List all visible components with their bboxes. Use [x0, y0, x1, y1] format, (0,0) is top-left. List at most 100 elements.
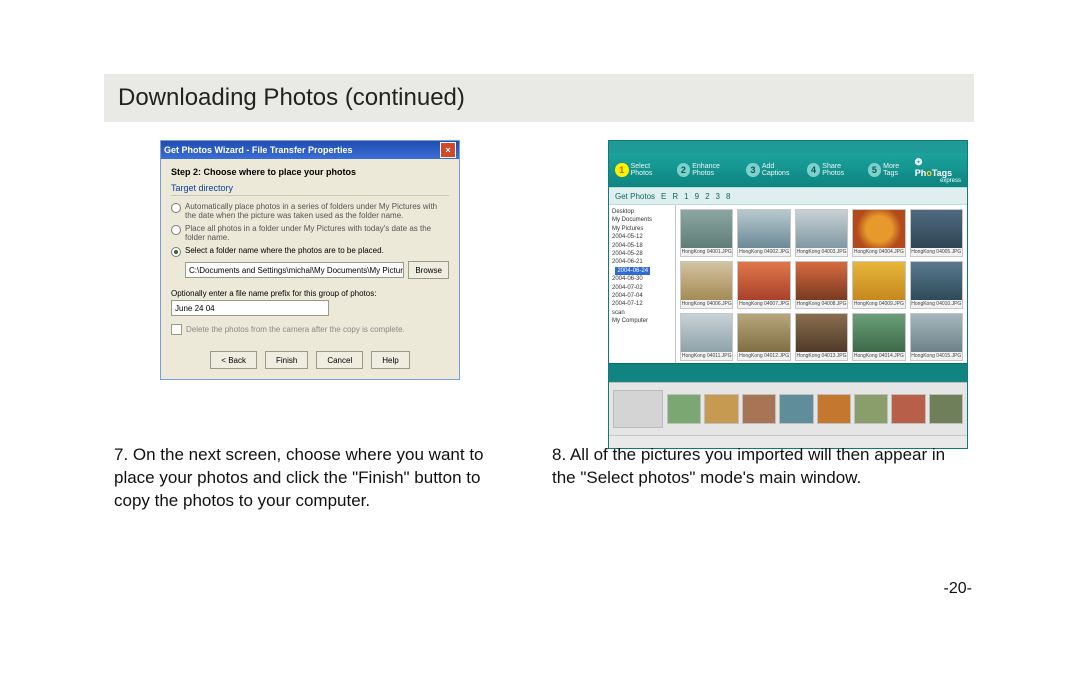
thumbnail-label: HongKong 04015.JPG [911, 352, 962, 360]
workflow-step-3[interactable]: 3Add Captions [746, 163, 802, 177]
workflow-step-1[interactable]: 1Select Photos [615, 163, 673, 177]
thumbnail[interactable]: HongKong 04001.JPG [680, 209, 733, 257]
tree-node[interactable]: My Computer [612, 317, 672, 325]
tray-thumbnail[interactable] [742, 394, 776, 424]
thumbnail[interactable]: HongKong 04009.JPG [852, 261, 905, 309]
browse-button[interactable]: Browse [408, 261, 449, 279]
radio-icon [171, 203, 181, 213]
radio-option-auto[interactable]: Automatically place photos in a series o… [171, 202, 449, 220]
tree-node[interactable]: 2004-05-18 [612, 242, 672, 250]
thumbnail-label: HongKong 04013.JPG [796, 352, 847, 360]
thumbnail-label: HongKong 04012.JPG [738, 352, 789, 360]
folder-tree[interactable]: DesktopMy Documents My Pictures 2004-05-… [609, 205, 676, 363]
thumbnail[interactable]: HongKong 04011.JPG [680, 313, 733, 361]
tree-node[interactable]: 2004-05-12 [612, 233, 672, 241]
thumbnail-label: HongKong 04008.JPG [796, 300, 847, 308]
back-button[interactable]: < Back [210, 351, 257, 369]
thumbnail[interactable]: HongKong 04002.JPG [737, 209, 790, 257]
toolbar-item[interactable]: E [661, 192, 666, 201]
tree-node[interactable]: 2004-07-02 [612, 284, 672, 292]
thumbnail[interactable]: HongKong 04015.JPG [910, 313, 963, 361]
tray-thumbnail[interactable] [817, 394, 851, 424]
tray-thumbnail[interactable] [854, 394, 888, 424]
tree-node[interactable]: My Documents [612, 216, 672, 224]
toolbar-item[interactable]: R [672, 192, 678, 201]
tray-thumbnail[interactable] [891, 394, 925, 424]
radio-icon [171, 247, 181, 257]
manual-page: Downloading Photos (continued) Get Photo… [0, 0, 1080, 687]
toolbar-item[interactable]: 3 [716, 192, 720, 201]
app-toolbar: Get Photos ER19238 [609, 187, 967, 205]
toolbar-item[interactable]: 2 [705, 192, 709, 201]
figure-app-window: 1Select Photos2Enhance Photos3Add Captio… [608, 140, 968, 449]
thumbnail[interactable]: HongKong 04008.JPG [795, 261, 848, 309]
finish-button[interactable]: Finish [265, 351, 308, 369]
tree-node[interactable]: 2004-07-12 [612, 300, 672, 308]
step-number-icon: 4 [807, 163, 821, 177]
tray-thumbnail[interactable] [704, 394, 738, 424]
close-icon[interactable]: × [440, 142, 456, 158]
step-label: Add Captions [762, 163, 803, 177]
step-number-icon: 3 [746, 163, 760, 177]
tray-controls[interactable] [613, 390, 663, 428]
thumbnail[interactable]: HongKong 04004.JPG [852, 209, 905, 257]
tray-thumbnail[interactable] [667, 394, 701, 424]
thumbnail-label: HongKong 04007.JPG [738, 300, 789, 308]
tray-thumbnail[interactable] [929, 394, 963, 424]
target-directory-legend: Target directory [171, 183, 449, 196]
prefix-input[interactable]: June 24 04 [171, 300, 329, 316]
thumbnail[interactable]: HongKong 04010.JPG [910, 261, 963, 309]
step-label: Select Photos [631, 163, 673, 177]
delete-checkbox-row[interactable]: Delete the photos from the camera after … [171, 324, 449, 335]
step-label: Share Photos [822, 163, 863, 177]
thumbnail-label: HongKong 04003.JPG [796, 248, 847, 256]
workflow-step-2[interactable]: 2Enhance Photos [677, 163, 743, 177]
workflow-steps: 1Select Photos 2Enhance Photos3Add Captio… [615, 163, 915, 177]
thumbnail-grid: HongKong 04001.JPGHongKong 04002.JPGHong… [676, 205, 967, 363]
tray-thumbnail[interactable] [779, 394, 813, 424]
step-number-icon: 1 [615, 163, 629, 177]
section-header: Downloading Photos (continued) [104, 74, 974, 122]
folder-path-row: C:\Documents and Settings\michal\My Docu… [185, 261, 449, 279]
radio-option-select-folder[interactable]: Select a folder name where the photos ar… [171, 246, 449, 257]
thumbnail[interactable]: HongKong 04006.JPG [680, 261, 733, 309]
thumbnail-image [796, 314, 847, 352]
thumbnail[interactable]: HongKong 04005.JPG [910, 209, 963, 257]
toolbar-item[interactable]: Get Photos [615, 192, 655, 201]
thumbnail[interactable]: HongKong 04003.JPG [795, 209, 848, 257]
toolbar-item[interactable]: 9 [695, 192, 699, 201]
thumbnail-image [681, 314, 732, 352]
tree-node[interactable]: 2004-05-28 [612, 250, 672, 258]
toolbar-item[interactable]: 1 [684, 192, 688, 201]
app-titlebar [609, 141, 967, 153]
delete-label: Delete the photos from the camera after … [186, 325, 405, 334]
thumbnail-image [796, 210, 847, 248]
thumbnail-image [853, 314, 904, 352]
page-number: -20- [944, 580, 972, 598]
thumbnail-label: HongKong 04010.JPG [911, 300, 962, 308]
tree-node[interactable]: Desktop [612, 208, 672, 216]
tree-node[interactable]: scan [612, 309, 672, 317]
thumbnail[interactable]: HongKong 04014.JPG [852, 313, 905, 361]
tree-node[interactable]: 2004-06-21 [612, 258, 672, 266]
tree-node[interactable]: 2004-06-24 [612, 267, 672, 275]
thumbnail[interactable]: HongKong 04012.JPG [737, 313, 790, 361]
cancel-button[interactable]: Cancel [316, 351, 363, 369]
thumbnail-label: HongKong 04011.JPG [681, 352, 732, 360]
thumbnail[interactable]: HongKong 04007.JPG [737, 261, 790, 309]
tray-thumbnails [667, 391, 963, 427]
dialog-step-label: Step 2: Choose where to place your photo… [171, 167, 449, 177]
toolbar-item[interactable]: 8 [726, 192, 730, 201]
logo-icon: ❂ [915, 157, 923, 167]
tree-node[interactable]: 2004-06-30 [612, 275, 672, 283]
app-header: 1Select Photos 2Enhance Photos3Add Captio… [609, 153, 967, 187]
tree-node[interactable]: 2004-07-04 [612, 292, 672, 300]
workflow-step-4[interactable]: 4Share Photos [807, 163, 864, 177]
folder-path-input[interactable]: C:\Documents and Settings\michal\My Docu… [185, 262, 404, 278]
thumbnail[interactable]: HongKong 04013.JPG [795, 313, 848, 361]
thumbnail-image [738, 262, 789, 300]
radio-option-today[interactable]: Place all photos in a folder under My Pi… [171, 224, 449, 242]
tree-node[interactable]: My Pictures [612, 225, 672, 233]
help-button[interactable]: Help [371, 351, 409, 369]
workflow-step-5[interactable]: 5More Tags [868, 163, 915, 177]
